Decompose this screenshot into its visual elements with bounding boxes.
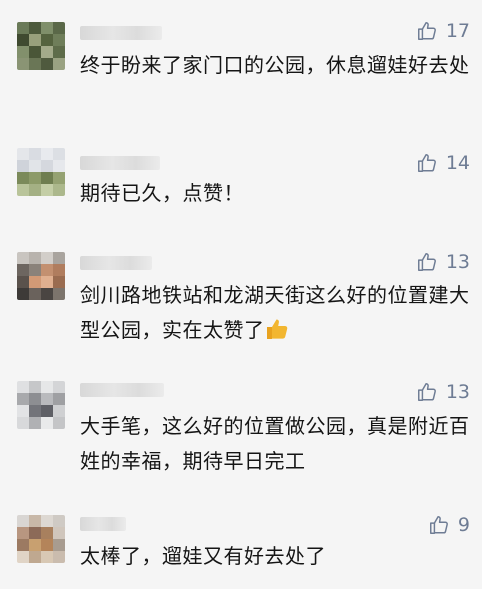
comment-item: 14 期待已久，点赞！ [0, 120, 482, 220]
like-button[interactable]: 9 [428, 514, 470, 536]
comment-list: 17 终于盼来了家门口的公园，休息遛娃好去处 14 期待已久，点赞！ 13 剑川… [0, 0, 482, 589]
comment-text: 期待已久，点赞！ [80, 181, 244, 205]
like-count: 13 [445, 251, 470, 273]
comment-text: 剑川路地铁站和龙湖天街这么好的位置建大型公园，实在太赞了 [80, 278, 472, 348]
comment-text: 太棒了，遛娃又有好去处了 [80, 544, 326, 568]
thumbs-up-icon [416, 20, 438, 42]
thumbs-up-icon [416, 381, 438, 403]
avatar[interactable] [17, 148, 65, 196]
thumbs-up-emoji [265, 317, 289, 341]
thumbs-up-icon [416, 152, 438, 174]
like-button[interactable]: 13 [416, 251, 470, 273]
like-button[interactable]: 14 [416, 152, 470, 174]
nickname-blurred[interactable] [80, 517, 126, 531]
avatar[interactable] [17, 22, 65, 70]
avatar[interactable] [17, 381, 65, 429]
nickname-blurred[interactable] [80, 383, 164, 397]
comment-text: 大手笔，这么好的位置做公园，真是附近百姓的幸福，期待早日完工 [80, 414, 470, 473]
comment-item: 13 剑川路地铁站和龙湖天街这么好的位置建大型公园，实在太赞了 [0, 240, 482, 355]
nickname-blurred[interactable] [80, 156, 160, 170]
like-button[interactable]: 17 [416, 20, 470, 42]
comment-item: 17 终于盼来了家门口的公园，休息遛娃好去处 [0, 0, 482, 120]
comment-item: 9 太棒了，遛娃又有好去处了 [0, 505, 482, 589]
like-count: 14 [445, 152, 470, 174]
thumbs-up-icon [416, 251, 438, 273]
like-button[interactable]: 13 [416, 381, 470, 403]
nickname-blurred[interactable] [80, 256, 152, 270]
avatar[interactable] [17, 252, 65, 300]
comment-item: 13 大手笔，这么好的位置做公园，真是附近百姓的幸福，期待早日完工 [0, 375, 482, 495]
nickname-blurred[interactable] [80, 26, 162, 40]
thumbs-up-icon [428, 514, 450, 536]
like-count: 17 [445, 20, 470, 42]
avatar[interactable] [17, 515, 65, 563]
comment-text: 终于盼来了家门口的公园，休息遛娃好去处 [80, 53, 470, 77]
like-count: 9 [457, 514, 470, 536]
like-count: 13 [445, 381, 470, 403]
